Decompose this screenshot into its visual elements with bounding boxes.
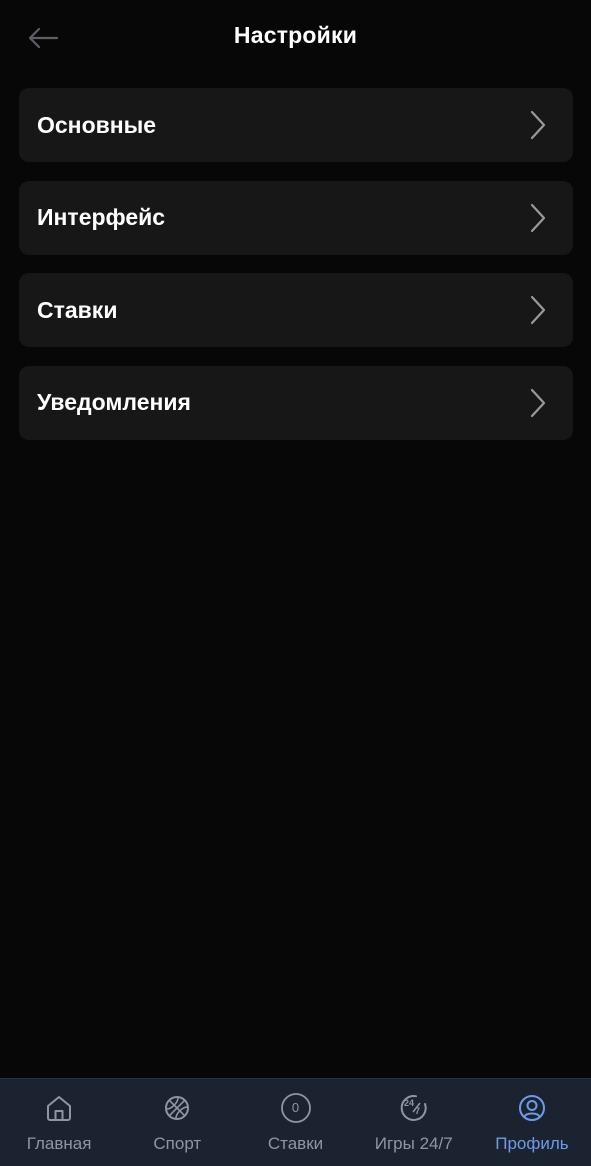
menu-item-bets[interactable]: Ставки (19, 273, 573, 347)
home-icon (43, 1092, 75, 1124)
nav-label: Главная (26, 1134, 92, 1153)
bottom-navigation: Главная Спорт 0 Ставки 24 7 Игры 24/7 Пр… (0, 1078, 591, 1166)
header: Настройки (0, 0, 591, 76)
menu-item-label: Интерфейс (37, 204, 166, 230)
nav-item-bets[interactable]: 0 Ставки (236, 1079, 354, 1166)
ball-icon (161, 1092, 193, 1124)
svg-text:7: 7 (415, 1106, 420, 1116)
page-title: Настройки (233, 22, 358, 48)
menu-item-general[interactable]: Основные (19, 88, 573, 162)
nav-item-home[interactable]: Главная (0, 1079, 118, 1166)
menu-item-label: Уведомления (37, 389, 191, 415)
nav-label: Профиль (495, 1134, 569, 1153)
nav-label: Ставки (267, 1134, 324, 1153)
nav-label: Спорт (153, 1134, 202, 1153)
chevron-right-icon (527, 202, 549, 234)
profile-icon (516, 1092, 548, 1124)
bets-counter-icon: 0 (280, 1092, 312, 1124)
menu-item-notifications[interactable]: Уведомления (19, 365, 573, 440)
nav-label: Игры 24/7 (374, 1134, 453, 1153)
chevron-right-icon (527, 387, 549, 419)
svg-text:24: 24 (404, 1098, 414, 1108)
menu-item-label: Основные (37, 111, 157, 138)
menu-item-interface[interactable]: Интерфейс (19, 180, 573, 255)
menu-item-label: Ставки (37, 296, 118, 323)
games-24-7-icon: 24 7 (398, 1092, 430, 1124)
bets-count-badge: 0 (291, 1100, 300, 1115)
nav-item-games[interactable]: 24 7 Игры 24/7 (355, 1079, 473, 1166)
settings-menu: Основные Интерфейс Ставки Уведомления (19, 88, 573, 458)
nav-item-sport[interactable]: Спорт (118, 1079, 236, 1166)
chevron-right-icon (527, 294, 549, 326)
settings-screen: Настройки Основные Интерфейс Ставки Увед… (0, 0, 591, 1166)
chevron-right-icon (527, 109, 549, 141)
nav-item-profile[interactable]: Профиль (473, 1079, 591, 1166)
